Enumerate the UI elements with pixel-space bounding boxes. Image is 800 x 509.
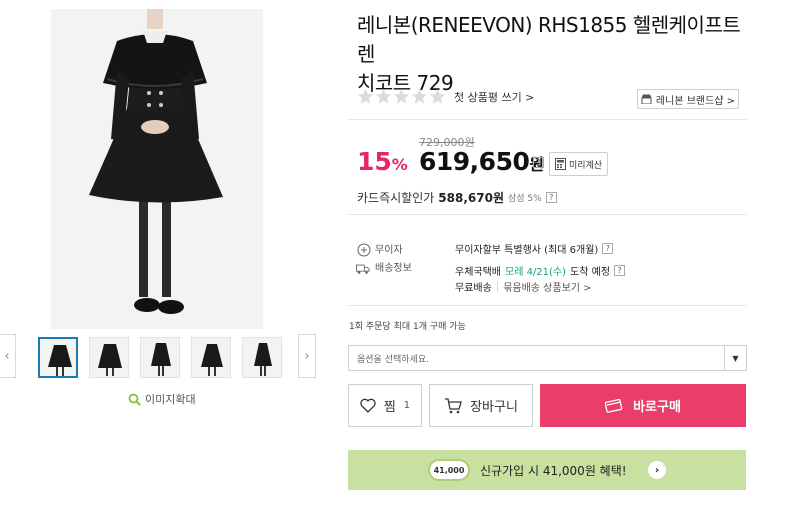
product-title-line1: 레니본(RENEEVON) RHS1855 헬렌케이프트렌 — [357, 13, 741, 66]
delivery-suffix: 도착 예정 — [570, 267, 611, 278]
rating-row: 첫 상품평 쓰기 > — [357, 88, 534, 105]
star-icon — [429, 88, 446, 104]
signup-promo-banner[interactable]: 41,000 신규가입 시 41,000원 혜택! › — [348, 450, 746, 490]
installment-text: 무이자할부 특별행사 (최대 6개월) — [455, 245, 599, 256]
free-shipping-label: 무료배송 — [455, 283, 492, 294]
promo-text: 신규가입 시 41,000원 혜택! — [480, 463, 627, 478]
store-icon — [641, 94, 652, 104]
credit-card-icon — [605, 398, 623, 413]
delivery-date: 모레 4/21(수) — [505, 267, 567, 278]
option-select[interactable]: 옵션을 선택하세요. ▼ — [348, 345, 747, 371]
cart-label: 장바구니 — [470, 400, 518, 415]
wishlist-label: 찜 — [383, 400, 396, 415]
divider — [347, 305, 747, 306]
buy-now-label: 바로구매 — [633, 400, 681, 415]
discount-number: 15 — [357, 147, 392, 176]
rating-stars — [357, 88, 446, 105]
bundle-shipping-link[interactable]: 묶음배송 상품보기 > — [503, 279, 591, 294]
main-product-image[interactable] — [51, 9, 263, 329]
star-icon — [375, 88, 392, 104]
delivery-estimate: 우체국택배 모레 4/21(수) 도착 예정 ? — [455, 263, 626, 278]
image-zoom-button[interactable]: 이미지확대 — [128, 391, 196, 407]
truck-icon — [356, 264, 370, 274]
card-discount-label: 카드즉시할인가 — [357, 191, 435, 205]
option-placeholder: 옵션을 선택하세요. — [357, 354, 429, 365]
card-discount-help-icon[interactable]: ? — [545, 192, 557, 203]
wishlist-button[interactable]: 찜 1 — [348, 384, 422, 427]
product-title: 레니본(RENEEVON) RHS1855 헬렌케이프트렌 치코트 729 — [357, 11, 757, 98]
card-discount-row: 카드즉시할인가 588,670원 삼성 5% ? — [357, 189, 557, 206]
divider — [347, 119, 747, 120]
thumbnail-4[interactable] — [191, 337, 231, 378]
interest-free-label: 무이자 — [375, 245, 403, 256]
sale-price-number: 619,650 — [419, 147, 530, 176]
thumbnail-2[interactable] — [89, 337, 129, 378]
chevron-down-icon: ▼ — [724, 346, 746, 370]
write-review-link[interactable]: 첫 상품평 쓰기 > — [454, 89, 534, 105]
coat-photo — [51, 9, 263, 329]
coupon-coin-icon: 41,000 — [428, 459, 470, 481]
wishlist-count: 1 — [403, 400, 411, 411]
shipping-info-label: 배송정보 — [375, 263, 412, 274]
purchase-limit-note: 1회 주문당 최대 1개 구매 가능 — [349, 322, 466, 332]
calculator-icon — [554, 158, 566, 170]
thumbnail-prev-arrow[interactable]: ‹ — [0, 334, 16, 378]
thumbnail-next-arrow[interactable]: › — [298, 334, 316, 378]
brand-shop-label: 레니본 브랜드샵 > — [655, 95, 736, 107]
star-icon — [357, 88, 374, 104]
free-shipping-row: 무료배송 | 묶음배송 상품보기 > — [455, 279, 592, 294]
installment-info: 무이자할부 특별행사 (최대 6개월) ? — [455, 241, 614, 256]
thumbnail-strip — [38, 337, 282, 378]
brand-shop-button[interactable]: 레니본 브랜드샵 > — [637, 89, 739, 109]
card-discount-amount: 588,670원 — [438, 191, 504, 205]
thumbnail-3[interactable] — [140, 337, 180, 378]
price-help-icon[interactable]: ? — [533, 157, 544, 168]
discount-rate: 15% — [357, 147, 408, 176]
star-icon — [393, 88, 410, 104]
divider — [347, 214, 747, 215]
courier-name: 우체국택배 — [455, 267, 501, 278]
installment-help-icon[interactable]: ? — [602, 243, 614, 254]
thumbnail-1[interactable] — [38, 337, 78, 378]
thumbnail-5[interactable] — [242, 337, 282, 378]
delivery-help-icon[interactable]: ? — [614, 265, 626, 276]
chevron-right-icon: › — [648, 461, 666, 479]
magnifier-icon — [128, 393, 141, 406]
add-to-cart-button[interactable]: 장바구니 — [429, 384, 533, 427]
price-calculator-button[interactable]: 미리계산 — [549, 152, 608, 176]
calculator-label: 미리계산 — [568, 160, 603, 171]
zoom-label: 이미지확대 — [145, 393, 196, 406]
buy-now-button[interactable]: 바로구매 — [540, 384, 746, 427]
cart-icon — [445, 397, 462, 413]
plus-circle-icon — [357, 243, 371, 257]
heart-icon — [360, 398, 376, 413]
discount-unit: % — [391, 155, 408, 174]
separator: | — [495, 281, 500, 292]
star-icon — [411, 88, 428, 104]
sale-price: 619,650원 — [419, 147, 544, 176]
card-discount-issuer: 삼성 5% — [507, 194, 542, 204]
